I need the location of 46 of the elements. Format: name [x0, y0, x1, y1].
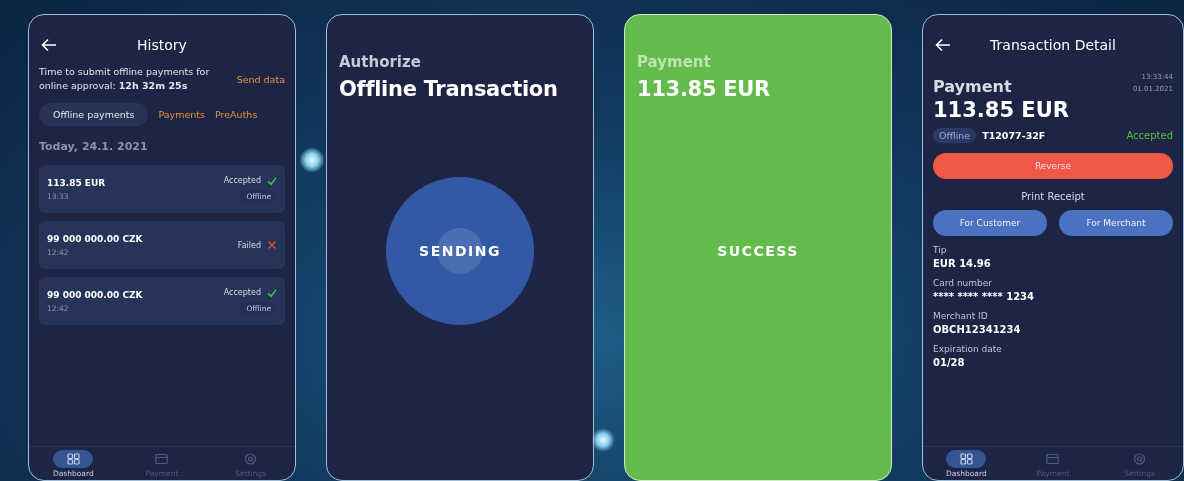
- status-text: Accepted: [1126, 130, 1173, 141]
- card-icon: [1046, 453, 1060, 465]
- screen-title: History: [136, 37, 188, 53]
- field-label: Card number: [933, 278, 994, 288]
- card-icon: [155, 453, 169, 465]
- amount-text: 113.85 EUR: [637, 77, 771, 101]
- tab[interactable]: Payments: [158, 103, 205, 126]
- amount-text: 99 000 000.00 CZK: [47, 233, 143, 244]
- print-receipt-label: Print Receipt: [1020, 191, 1086, 202]
- amount-text: 99 000 000.00 CZK: [47, 289, 143, 300]
- field-value: **** **** **** 1234: [933, 291, 1036, 302]
- status-text: Accepted: [223, 176, 261, 185]
- gear-icon: [244, 453, 258, 465]
- grid-icon: [959, 453, 973, 465]
- status-text: Accepted: [223, 288, 261, 297]
- field-label: Tip: [933, 245, 948, 255]
- field-label: Expiration date: [933, 344, 1003, 354]
- back-arrow-icon[interactable]: [935, 38, 951, 52]
- tab[interactable]: Offline payments: [39, 103, 149, 126]
- light-flare: [591, 428, 615, 452]
- field-value: EUR 14.96: [933, 258, 992, 269]
- payment-label: Payment: [933, 77, 1012, 96]
- gear-icon: [1133, 453, 1147, 465]
- tab[interactable]: PreAuths: [215, 103, 258, 126]
- success-text: SUCCESS: [717, 242, 799, 259]
- notice-text: Time to submit offline payments for online approval: 12h 32m 25s: [39, 65, 211, 93]
- amount-text: 113.85 EUR: [47, 177, 106, 188]
- field-value: OBCH12341234: [933, 324, 1022, 335]
- transaction-id: T12077-32F: [982, 130, 1047, 141]
- screen-title: Transaction Detail: [989, 37, 1117, 53]
- print-button[interactable]: For Merchant: [1059, 210, 1173, 236]
- amount-text: 113.85 EUR: [933, 98, 1070, 122]
- print-button[interactable]: For Customer: [933, 210, 1047, 236]
- sending-text: SENDING: [419, 242, 501, 259]
- field-value: 01/28: [933, 357, 966, 368]
- status-text: Failed: [237, 240, 261, 250]
- send-data-link[interactable]: Send data: [236, 73, 285, 85]
- screen-label: Payment: [637, 53, 712, 71]
- back-arrow-icon[interactable]: [41, 38, 57, 52]
- screen-title: Offline Transaction: [339, 77, 559, 101]
- light-flare: [299, 147, 325, 173]
- field-label: Merchant ID: [933, 311, 989, 321]
- grid-icon: [66, 453, 80, 465]
- screen-label: Authorize: [339, 53, 422, 71]
- date-heading: Today, 24.1. 2021: [39, 140, 149, 153]
- offline-badge: Offline: [933, 128, 977, 143]
